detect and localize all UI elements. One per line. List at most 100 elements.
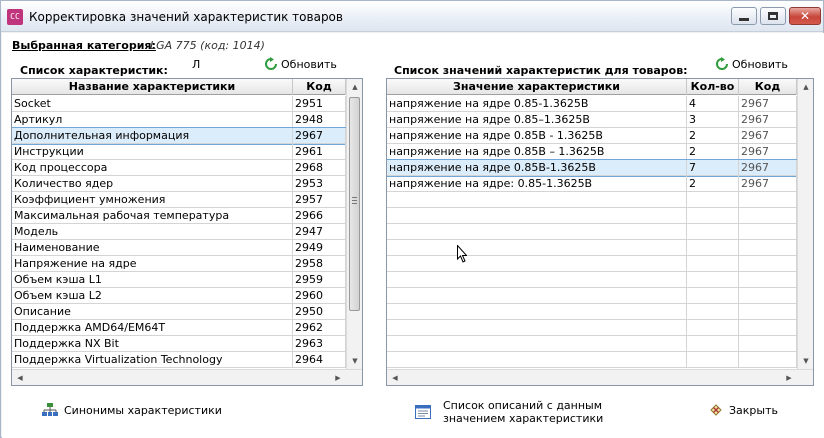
cell-value[interactable]: напряжение на ядре 0.85В – 1.3625В [387,144,687,160]
cell-code[interactable]: 2967 [739,96,797,112]
table-row[interactable]: Дополнительная информация 2967 [12,127,347,145]
table-row[interactable]: Напряжение на ядре 2958 [12,256,346,272]
minimize-button[interactable] [731,7,757,25]
cell-count[interactable]: 4 [687,96,739,112]
column-header-code[interactable]: Код [739,79,797,95]
cell-code[interactable]: 2967 [739,112,797,128]
close-window-button[interactable]: ✕ [789,7,821,25]
table-row[interactable]: Максимальная рабочая температура 2966 [12,208,346,224]
table-row[interactable]: Артикул 2948 [12,112,346,128]
cell-value[interactable]: напряжение на ядре 0.85–1.3625В [387,112,687,128]
cell-code[interactable]: 2967 [739,144,797,160]
cell-value[interactable]: напряжение на ядре 0.85-1.3625В [387,96,687,112]
left-horizontal-scrollbar[interactable]: ◀ ▶ [12,369,362,385]
column-header-count[interactable]: Кол-во [687,79,739,95]
cell-name[interactable]: Модель [12,224,293,240]
cell-name[interactable]: Поддержка AMD64/EM64T [12,320,293,336]
cell-code[interactable]: 2966 [293,208,346,224]
cell-name[interactable]: Дополнительная информация [12,128,293,144]
table-row[interactable]: Код процессора 2968 [12,160,346,176]
cell-code[interactable]: 2964 [293,352,346,368]
column-header-code[interactable]: Код [293,79,346,95]
title-bar[interactable]: CC Корректировка значений характеристик … [1,1,823,32]
cell-code[interactable]: 2960 [293,288,346,304]
left-vertical-scrollbar[interactable]: ▲ ▼ [346,79,362,369]
column-header-value[interactable]: Значение характеристики [387,79,687,95]
cell-name[interactable]: Инструкции [12,144,293,160]
cell-code[interactable]: 2948 [293,112,346,128]
table-row[interactable]: напряжение на ядре: 0.85-1.3625В 2 2967 [387,176,797,192]
cell-name[interactable]: Артикул [12,112,293,128]
cell-code[interactable]: 2961 [293,144,346,160]
close-button[interactable]: Закрыть [709,403,778,417]
scroll-right-icon[interactable]: ▶ [330,370,346,385]
scroll-up-icon[interactable]: ▲ [347,79,362,95]
table-row[interactable]: Socket 2951 [12,96,346,112]
cell-count[interactable]: 2 [687,128,739,144]
cell-code[interactable]: 2951 [293,96,346,112]
cell-value[interactable]: напряжение на ядре 0.85В-1.3625В [387,160,687,176]
column-header-name[interactable]: Название характеристики [12,79,293,95]
table-row[interactable]: Инструкции 2961 [12,144,346,160]
cell-code[interactable]: 2967 [739,160,797,176]
cell-name[interactable]: Коэффициент умножения [12,192,293,208]
table-row[interactable]: напряжение на ядре 0.85–1.3625В 3 2967 [387,112,797,128]
table-row[interactable]: Поддержка Virtualization Technology 2964 [12,352,346,368]
left-refresh-button[interactable]: Обновить [264,57,337,71]
cell-code[interactable]: 2967 [739,128,797,144]
descriptions-button[interactable]: Список описаний с данным значением харак… [415,399,603,425]
scroll-down-icon[interactable]: ▼ [798,353,813,369]
scroll-up-icon[interactable]: ▲ [798,79,813,95]
cell-name[interactable]: Объем кэша L1 [12,272,293,288]
table-row[interactable]: напряжение на ядре 0.85В-1.3625В 7 2967 [387,159,798,177]
cell-code[interactable]: 2947 [293,224,346,240]
cell-name[interactable]: Поддержка Virtualization Technology [12,352,293,368]
table-row[interactable]: Коэффициент умножения 2957 [12,192,346,208]
cell-name[interactable]: Наименование [12,240,293,256]
right-horizontal-scrollbar[interactable]: ◀ ▶ [387,369,813,385]
cell-code[interactable]: 2967 [739,176,797,192]
cell-count[interactable]: 7 [687,160,739,176]
table-row[interactable]: напряжение на ядре 0.85В – 1.3625В 2 2967 [387,144,797,160]
table-row[interactable]: напряжение на ядре 0.85-1.3625В 4 2967 [387,96,797,112]
cell-count[interactable]: 3 [687,112,739,128]
right-refresh-button[interactable]: Обновить [715,57,788,71]
cell-name[interactable]: Количество ядер [12,176,293,192]
maximize-button[interactable] [760,7,786,25]
cell-name[interactable]: Напряжение на ядре [12,256,293,272]
synonyms-button[interactable]: Синонимы характеристики [42,403,222,417]
table-row[interactable]: Описание 2950 [12,304,346,320]
table-row[interactable]: Объем кэша L2 2960 [12,288,346,304]
cell-name[interactable]: Socket [12,96,293,112]
table-row[interactable]: Наименование 2949 [12,240,346,256]
table-row[interactable]: напряжение на ядре 0.85В - 1.3625В 2 2967 [387,128,797,144]
cell-name[interactable]: Поддержка NX Bit [12,336,293,352]
cell-name[interactable]: Описание [12,304,293,320]
table-row[interactable]: Поддержка AMD64/EM64T 2962 [12,320,346,336]
table-row[interactable]: Поддержка NX Bit 2963 [12,336,346,352]
cell-name[interactable]: Объем кэша L2 [12,288,293,304]
characteristics-table[interactable]: Название характеристики Код Socket 2951 Ар… [11,78,363,386]
values-table[interactable]: Значение характеристики Кол-во Код напря… [386,78,814,386]
cell-code[interactable]: 2957 [293,192,346,208]
cell-code[interactable]: 2958 [293,256,346,272]
cell-code[interactable]: 2962 [293,320,346,336]
cell-code[interactable]: 2953 [293,176,346,192]
scroll-right-icon[interactable]: ▶ [781,370,797,385]
cell-value[interactable]: напряжение на ядре 0.85В - 1.3625В [387,128,687,144]
scroll-thumb[interactable] [349,97,360,311]
cell-name[interactable]: Код процессора [12,160,293,176]
cell-code[interactable]: 2949 [293,240,346,256]
cell-code[interactable]: 2967 [293,128,346,144]
table-row[interactable]: Количество ядер 2953 [12,176,346,192]
table-row[interactable]: Объем кэша L1 2959 [12,272,346,288]
cell-code[interactable]: 2950 [293,304,346,320]
scroll-left-icon[interactable]: ◀ [12,370,28,385]
scroll-down-icon[interactable]: ▼ [347,353,362,369]
scroll-left-icon[interactable]: ◀ [387,370,403,385]
cell-value[interactable]: напряжение на ядре: 0.85-1.3625В [387,176,687,192]
table-row[interactable]: Модель 2947 [12,224,346,240]
cell-code[interactable]: 2963 [293,336,346,352]
cell-count[interactable]: 2 [687,144,739,160]
right-vertical-scrollbar[interactable]: ▲ ▼ [797,79,813,369]
